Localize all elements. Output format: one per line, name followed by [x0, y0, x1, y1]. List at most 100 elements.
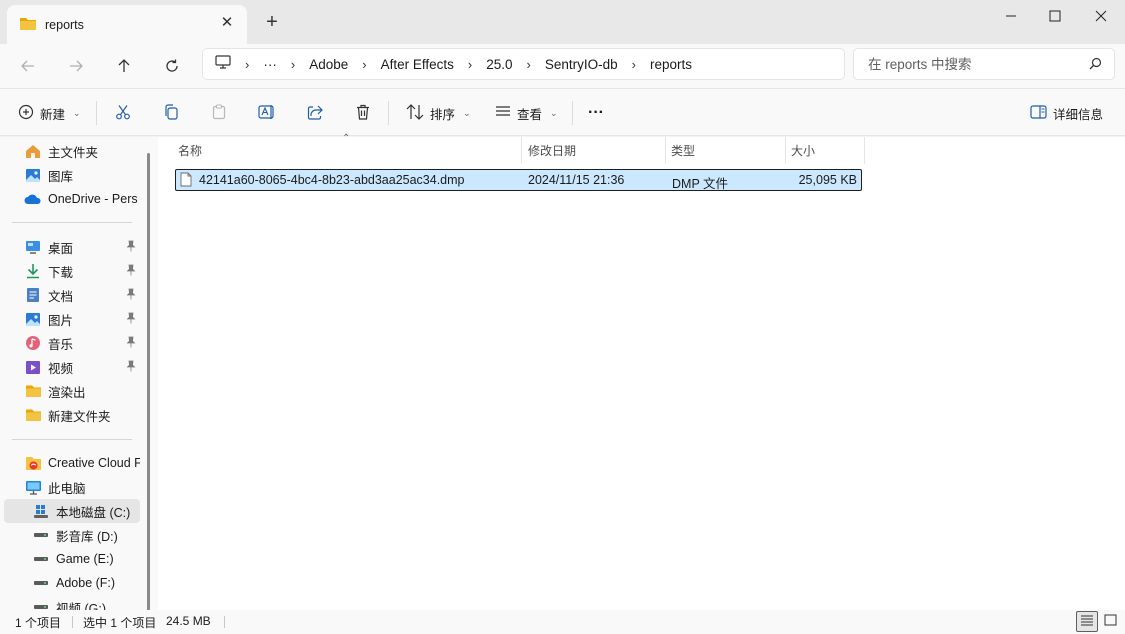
details-pane-button[interactable]: 详细信息 — [1030, 97, 1103, 129]
cut-button[interactable] — [115, 97, 131, 129]
details-view-button[interactable] — [1076, 611, 1098, 632]
drive-icon — [32, 527, 50, 543]
file-modified: 2024/11/15 21:36 — [528, 173, 625, 187]
breadcrumb-item[interactable]: reports — [650, 57, 692, 72]
drive-icon — [32, 551, 50, 567]
sidebar-item-drive-f[interactable]: Adobe (F:) — [4, 571, 140, 595]
sidebar-item-label: Game (E:) — [56, 552, 114, 566]
forward-button[interactable] — [60, 52, 92, 80]
search-box[interactable] — [853, 48, 1115, 80]
rename-button[interactable] — [258, 97, 276, 129]
tiles-view-button[interactable] — [1099, 611, 1121, 632]
sort-button[interactable]: 排序 ⌄ — [406, 97, 471, 129]
sidebar-item-this-pc[interactable]: 此电脑 — [4, 475, 140, 499]
new-tab-button[interactable]: + — [262, 12, 282, 32]
breadcrumb-item[interactable]: SentryIO-db — [545, 57, 618, 72]
file-row[interactable]: 42141a60-8065-4bc4-8b23-abd3aa25ac34.dmp… — [175, 169, 862, 191]
paste-button[interactable] — [211, 97, 227, 129]
sidebar-divider — [12, 439, 132, 440]
videos-icon — [24, 359, 42, 375]
column-divider[interactable] — [864, 137, 865, 164]
sidebar-item-label: 主文件夹 — [48, 145, 99, 160]
pin-icon[interactable] — [126, 312, 136, 327]
sidebar-item-home[interactable]: 主文件夹 — [4, 139, 140, 163]
tab-close-icon[interactable]: ✕ — [219, 15, 235, 31]
share-button[interactable] — [307, 97, 323, 129]
folder-icon — [24, 407, 42, 423]
back-button[interactable] — [12, 52, 44, 80]
download-icon — [24, 263, 42, 279]
delete-button[interactable] — [355, 97, 371, 129]
status-divider — [72, 616, 73, 628]
sidebar-item-new-folder[interactable]: 新建文件夹 — [4, 403, 140, 427]
sidebar-item-label: Creative Cloud F — [48, 456, 140, 470]
view-button[interactable]: 查看 ⌄ — [495, 97, 558, 129]
sidebar-item-creative-cloud[interactable]: Creative Cloud F — [4, 451, 140, 475]
sidebar-item-label: 图库 — [48, 169, 74, 184]
column-header-modified[interactable]: 修改日期 — [522, 137, 576, 164]
sidebar-item-label: 桌面 — [48, 241, 74, 256]
chevron-down-icon: ⌄ — [73, 107, 81, 118]
window-tab[interactable]: reports ✕ — [7, 5, 247, 44]
new-button[interactable]: 新建 ⌄ — [18, 97, 81, 129]
tiles-view-icon — [1104, 614, 1117, 629]
sidebar-item-onedrive[interactable]: OneDrive - Pers — [4, 187, 140, 211]
copy-button[interactable] — [163, 97, 179, 129]
maximize-button[interactable] — [1032, 0, 1078, 32]
rename-icon — [258, 104, 276, 123]
sidebar-item-gallery[interactable]: 图库 — [4, 163, 140, 187]
sidebar-item-drive-e[interactable]: Game (E:) — [4, 547, 140, 571]
file-size: 25,095 KB — [798, 173, 857, 187]
sidebar-item-drive-d[interactable]: 影音库 (D:) — [4, 523, 140, 547]
sidebar-item-label: 视频 — [48, 361, 74, 376]
computer-icon — [215, 55, 231, 73]
pin-icon[interactable] — [126, 264, 136, 279]
sidebar-item-label: 文档 — [48, 289, 74, 304]
pin-icon[interactable] — [126, 288, 136, 303]
sidebar-item-videos[interactable]: 视频 — [4, 355, 140, 379]
column-header-name[interactable]: 名称 — [172, 137, 202, 164]
navigation-bar: › ··· › Adobe › After Effects › 25.0 › S… — [0, 44, 1125, 88]
search-input[interactable] — [868, 56, 1078, 72]
up-button[interactable] — [108, 52, 140, 80]
sidebar-item-render-output[interactable]: 渲染出 — [4, 379, 140, 403]
view-list-icon — [495, 104, 511, 123]
pin-icon[interactable] — [126, 336, 136, 351]
more-options-button[interactable]: ··· — [588, 97, 604, 129]
paste-icon — [211, 103, 227, 123]
sidebar-item-music[interactable]: 音乐 — [4, 331, 140, 355]
sidebar-divider — [12, 222, 132, 223]
sidebar-item-documents[interactable]: 文档 — [4, 283, 140, 307]
new-button-label: 新建 — [40, 107, 66, 122]
column-header-type[interactable]: 类型 — [665, 137, 695, 164]
sidebar-scrollbar[interactable] — [147, 153, 150, 613]
pin-icon[interactable] — [126, 360, 136, 375]
sidebar-item-label: 此电脑 — [48, 481, 86, 496]
chevron-right-icon: › — [245, 56, 250, 72]
breadcrumb-item[interactable]: Adobe — [309, 57, 348, 72]
breadcrumb-item[interactable]: After Effects — [381, 57, 454, 72]
close-window-button[interactable] — [1078, 0, 1124, 32]
breadcrumb-item[interactable]: 25.0 — [486, 57, 512, 72]
status-divider — [224, 616, 225, 628]
sidebar-item-desktop[interactable]: 桌面 — [4, 235, 140, 259]
gallery-icon — [24, 167, 42, 183]
chevron-right-icon: › — [526, 56, 531, 72]
computer-icon — [24, 479, 42, 495]
sidebar-item-downloads[interactable]: 下载 — [4, 259, 140, 283]
search-icon[interactable] — [1089, 57, 1102, 73]
column-header-size[interactable]: 大小 — [785, 137, 815, 164]
sidebar-item-pictures[interactable]: 图片 — [4, 307, 140, 331]
file-name: 42141a60-8065-4bc4-8b23-abd3aa25ac34.dmp — [199, 173, 465, 187]
creative-cloud-icon — [24, 455, 42, 471]
toolbar-divider — [388, 101, 389, 125]
refresh-button[interactable] — [156, 52, 188, 80]
documents-icon — [24, 287, 42, 303]
address-bar[interactable]: › ··· › Adobe › After Effects › 25.0 › S… — [202, 48, 845, 80]
file-type: DMP 文件 — [672, 177, 729, 191]
breadcrumb-overflow[interactable]: ··· — [263, 57, 277, 72]
pin-icon[interactable] — [126, 240, 136, 255]
sidebar-item-label: 音乐 — [48, 337, 74, 352]
minimize-button[interactable] — [988, 0, 1034, 32]
sidebar-item-drive-c[interactable]: 本地磁盘 (C:) — [4, 499, 140, 523]
